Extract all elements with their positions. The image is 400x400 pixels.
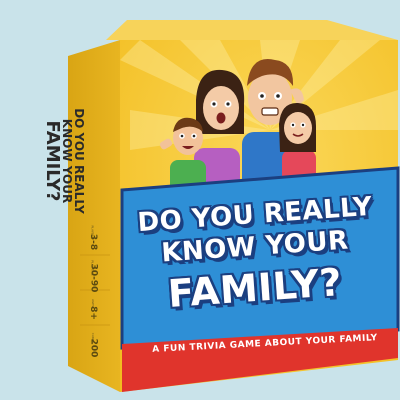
spec-value: 30-90: [88, 263, 99, 292]
box-top: [106, 20, 398, 40]
spec-ages: AGES 8+: [80, 293, 106, 325]
spec-value: 3-8: [87, 233, 98, 250]
spec-value: 200: [87, 338, 98, 357]
side-title: DO YOU REALLY KNOW YOUR FAMILY?: [42, 91, 86, 231]
spec-players: PLAYERS 3-8: [80, 222, 106, 254]
side-title-line1: DO YOU REALLY: [72, 108, 86, 214]
side-title-line3: FAMILY?: [42, 120, 63, 202]
spec-cards: CARDS 200: [80, 328, 106, 360]
spec-value: 8+: [88, 305, 98, 320]
spec-play-time: PLAY TIME 30-90: [80, 258, 106, 292]
